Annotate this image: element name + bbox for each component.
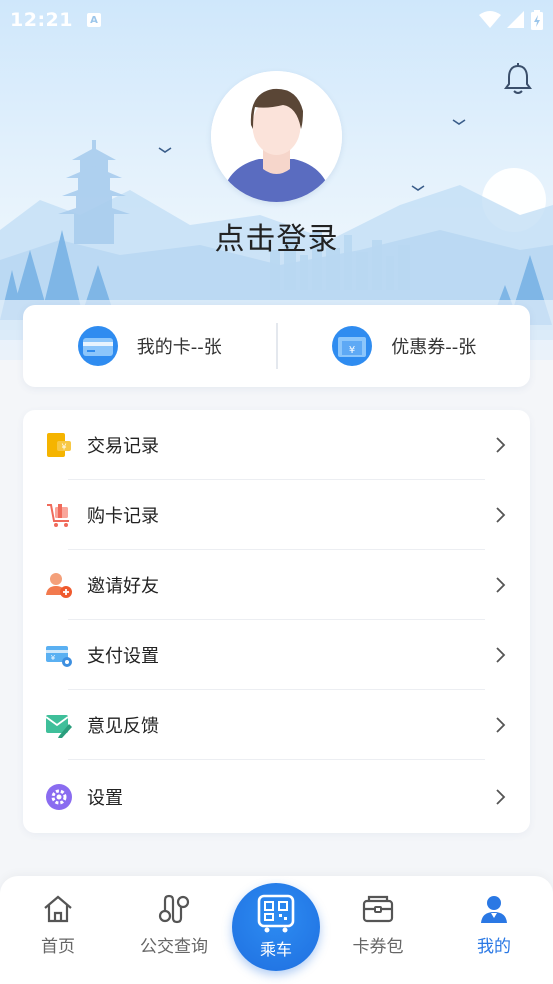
menu-item-feedback[interactable]: 意见反馈	[23, 690, 530, 760]
cards-panel: 我的卡--张 ¥ 优惠券--张	[23, 305, 530, 387]
user-icon	[481, 896, 507, 923]
svg-text:¥: ¥	[349, 345, 355, 356]
nav-wallet-label: 卡券包	[352, 937, 404, 957]
menu-item-card-purchases[interactable]: 购卡记录	[23, 480, 530, 550]
payment-settings-icon: ¥	[46, 646, 72, 667]
coupon-icon: ¥	[332, 326, 373, 366]
gear-icon	[46, 784, 72, 810]
nav-wallet[interactable]: 卡券包	[328, 894, 428, 957]
nav-bus-query-label: 公交查询	[140, 937, 208, 957]
feedback-icon	[45, 715, 72, 738]
menu-item-settings[interactable]: 设置	[23, 762, 530, 832]
bell-icon[interactable]	[502, 62, 534, 96]
coupons-label: 优惠券--张	[391, 337, 477, 358]
signal-icon	[507, 11, 524, 28]
menu-item-label: 购卡记录	[87, 506, 159, 527]
bus-qrcode-icon	[257, 894, 295, 933]
chevron-right-icon	[496, 789, 506, 805]
status-indicators	[479, 10, 543, 30]
svg-text:¥: ¥	[51, 654, 56, 662]
menu-item-label: 意见反馈	[87, 716, 159, 737]
login-prompt[interactable]: 点击登录	[0, 214, 553, 258]
svg-text:¥: ¥	[61, 443, 66, 452]
nav-mine-label: 我的	[477, 937, 511, 957]
menu-item-label: 设置	[87, 788, 123, 809]
battery-icon	[531, 10, 543, 30]
menu-item-transactions[interactable]: ¥ 交易记录	[23, 410, 530, 480]
default-user-icon	[211, 71, 342, 202]
card-icon	[77, 326, 118, 366]
transaction-icon: ¥	[47, 433, 71, 457]
nav-home-label: 首页	[41, 937, 75, 957]
cart-icon	[47, 504, 69, 527]
menu-item-payment-settings[interactable]: ¥ 支付设置	[23, 620, 530, 690]
menu-item-label: 支付设置	[87, 646, 159, 667]
avatar[interactable]	[211, 71, 342, 202]
nav-home[interactable]: 首页	[8, 894, 108, 957]
chevron-right-icon	[496, 647, 506, 663]
wallet-icon	[362, 895, 394, 923]
chevron-right-icon	[496, 717, 506, 733]
menu-item-label: 邀请好友	[87, 576, 159, 597]
coupons-button[interactable]: ¥ 优惠券--张	[278, 305, 531, 387]
status-bar: 12:21 A	[0, 0, 553, 40]
menu-item-invite-friends[interactable]: 邀请好友	[23, 550, 530, 620]
ride-label: 乘车	[259, 940, 292, 959]
chevron-right-icon	[496, 437, 506, 453]
nav-mine[interactable]: 我的	[444, 894, 544, 957]
chevron-right-icon	[496, 507, 506, 523]
menu-list: ¥ 交易记录 购卡记录 邀请好友 ¥ 支付设置 意见反馈 设置	[23, 410, 530, 833]
route-icon	[158, 894, 190, 924]
nav-bus-query[interactable]: 公交查询	[124, 894, 224, 957]
menu-item-label: 交易记录	[87, 436, 159, 457]
chevron-right-icon	[496, 577, 506, 593]
my-cards-label: 我的卡--张	[136, 337, 222, 358]
home-icon	[44, 895, 72, 923]
ride-button[interactable]: 乘车	[232, 883, 320, 971]
status-time: 12:21	[10, 9, 73, 31]
my-cards-button[interactable]: 我的卡--张	[23, 305, 276, 387]
invite-friend-icon	[46, 573, 72, 598]
wifi-icon	[479, 11, 501, 28]
menu-divider	[68, 759, 485, 760]
notification-badge-icon: A	[86, 13, 101, 27]
